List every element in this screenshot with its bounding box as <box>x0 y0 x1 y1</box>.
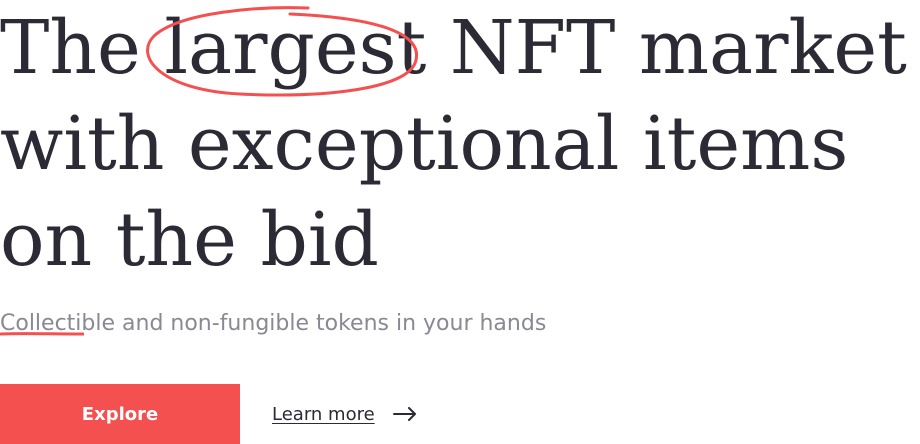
headline-line-1: The largest NFT market <box>0 0 907 97</box>
learn-more-label: Learn more <box>272 403 375 425</box>
arrow-right-icon <box>392 407 416 421</box>
headline-line-2: with exceptional items <box>0 101 849 187</box>
explore-button[interactable]: Explore <box>0 384 240 444</box>
hero-headline: The largest NFT market with exceptional … <box>0 0 907 288</box>
hero-subtitle: Collectible and non-fungible tokens in y… <box>0 311 547 336</box>
hero-section: The largest NFT market with exceptional … <box>0 0 920 444</box>
headline-line-3: on the bid <box>0 197 379 283</box>
learn-more-link[interactable]: Learn more <box>272 398 417 430</box>
headline-text-the: The <box>0 5 165 91</box>
headline-text-largest: largest <box>164 5 427 91</box>
headline-text-nft-market: NFT market <box>426 5 907 91</box>
headline-highlight-word: largest <box>146 0 427 97</box>
